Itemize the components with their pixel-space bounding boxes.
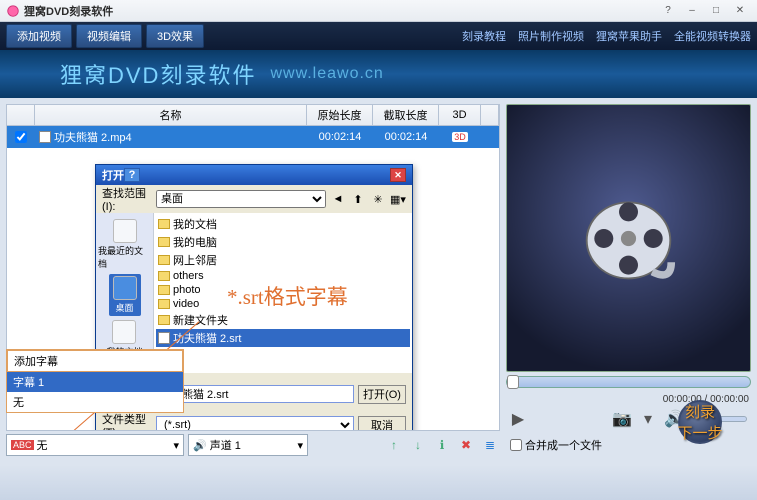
subtitle-menu-none[interactable]: 无 bbox=[7, 392, 183, 412]
network-icon bbox=[158, 255, 170, 265]
folder-icon bbox=[158, 299, 170, 309]
dialog-file-pane[interactable]: 我的文档 我的电脑 网上邻居 others photo video 新建文件夹 … bbox=[154, 213, 412, 373]
seek-thumb[interactable] bbox=[507, 375, 519, 389]
folder-icon bbox=[158, 285, 170, 295]
move-up-button[interactable]: ↑ bbox=[384, 435, 404, 455]
file-item[interactable]: others bbox=[156, 269, 410, 283]
filetype-select[interactable]: (*.srt) bbox=[156, 416, 354, 431]
file-item[interactable]: 我的文档 bbox=[156, 215, 410, 233]
list-button[interactable]: ≣ bbox=[480, 435, 500, 455]
col-trim[interactable]: 截取长度 bbox=[373, 105, 439, 125]
sidebar-desktop[interactable]: 桌面 bbox=[109, 274, 141, 316]
folder-icon bbox=[158, 315, 170, 325]
file-item[interactable]: 我的电脑 bbox=[156, 233, 410, 251]
col-name[interactable]: 名称 bbox=[35, 105, 307, 125]
merge-checkbox[interactable] bbox=[510, 439, 522, 451]
file-item[interactable]: 网上邻居 bbox=[156, 251, 410, 269]
titlebar: 狸窝DVD刻录软件 ? – □ ✕ bbox=[0, 0, 757, 22]
video-file-icon bbox=[39, 131, 51, 143]
up-icon[interactable]: ⬆ bbox=[350, 191, 366, 207]
dialog-help-button[interactable]: ? bbox=[124, 168, 140, 182]
toolbar: 添加视频 视频编辑 3D效果 刻录教程 照片制作视频 狸窝苹果助手 全能视频转换… bbox=[0, 22, 757, 50]
file-item[interactable]: video bbox=[156, 297, 410, 311]
left-bottom-bar: ABC 无 ▾ 🔊 声道 1 ▾ ↑ ↓ ℹ ✖ ≣ bbox=[6, 431, 500, 459]
subtitle-menu: 添加字幕 字幕 1 无 bbox=[6, 349, 184, 413]
col-orig[interactable]: 原始长度 bbox=[307, 105, 373, 125]
preview-pane[interactable] bbox=[506, 104, 751, 372]
sidebar-recent[interactable]: 我最近的文档 bbox=[96, 217, 153, 272]
minimize-button[interactable]: – bbox=[681, 3, 703, 19]
speaker-icon: 🔊 bbox=[193, 439, 207, 452]
file-item[interactable]: photo bbox=[156, 283, 410, 297]
app-icon bbox=[6, 4, 20, 18]
filetype-label: 文件类型(T): bbox=[102, 411, 152, 431]
3d-effect-button[interactable]: 3D效果 bbox=[146, 24, 204, 48]
folder-icon bbox=[158, 271, 170, 281]
link-converter[interactable]: 全能视频转换器 bbox=[674, 28, 751, 44]
col-3d[interactable]: 3D bbox=[439, 105, 481, 125]
info-button[interactable]: ℹ bbox=[432, 435, 452, 455]
film-reel-icon bbox=[581, 191, 676, 286]
lookin-select[interactable]: 桌面 bbox=[156, 190, 326, 208]
subtitle-selector[interactable]: ABC 无 ▾ bbox=[6, 434, 184, 456]
delete-button[interactable]: ✖ bbox=[456, 435, 476, 455]
file-row[interactable]: 功夫熊猫 2.mp4 00:02:14 00:02:14 3D bbox=[7, 126, 499, 148]
chevron-down-icon: ▾ bbox=[173, 439, 179, 452]
seek-bar[interactable] bbox=[506, 376, 751, 388]
app-bottom-strip bbox=[0, 465, 757, 500]
lookin-label: 查找范围(I): bbox=[102, 185, 152, 213]
video-edit-button[interactable]: 视频编辑 bbox=[76, 24, 142, 48]
srt-file-icon bbox=[158, 332, 170, 344]
snapshot-button[interactable]: 📷 bbox=[614, 411, 630, 427]
file-item-selected[interactable]: 功夫熊猫 2.srt bbox=[156, 329, 410, 347]
maximize-button[interactable]: □ bbox=[705, 3, 727, 19]
add-video-button[interactable]: 添加视频 bbox=[6, 24, 72, 48]
subtitle-abc-icon: ABC bbox=[11, 440, 34, 450]
subtitle-menu-item-1[interactable]: 字幕 1 bbox=[7, 372, 183, 392]
play-button[interactable]: ▶ bbox=[510, 411, 526, 427]
product-name: 狸窝DVD刻录软件 bbox=[60, 58, 256, 90]
snapshot-menu-button[interactable]: ▾ bbox=[640, 411, 656, 427]
close-button[interactable]: ✕ bbox=[729, 3, 751, 19]
open-button[interactable]: 打开(O) bbox=[358, 385, 406, 404]
help-button[interactable]: ? bbox=[657, 3, 679, 19]
new-folder-icon[interactable]: ✳ bbox=[370, 191, 386, 207]
audio-selector[interactable]: 🔊 声道 1 ▾ bbox=[188, 434, 308, 456]
window-title: 狸窝DVD刻录软件 bbox=[24, 3, 657, 19]
merge-checkbox-label[interactable]: 合并成一个文件 bbox=[510, 437, 602, 453]
banner: 狸窝DVD刻录软件 www.leawo.cn bbox=[0, 50, 757, 98]
folder-icon bbox=[158, 219, 170, 229]
file-row-checkbox[interactable] bbox=[15, 131, 27, 143]
product-url: www.leawo.cn bbox=[270, 65, 383, 83]
link-tutorial[interactable]: 刻录教程 bbox=[462, 28, 506, 44]
filelist-header: 名称 原始长度 截取长度 3D bbox=[6, 104, 500, 126]
link-photo-video[interactable]: 照片制作视频 bbox=[518, 28, 584, 44]
back-icon[interactable]: ◄ bbox=[330, 191, 346, 207]
cancel-button[interactable]: 取消 bbox=[358, 416, 406, 432]
3d-badge[interactable]: 3D bbox=[452, 132, 468, 142]
filename-input[interactable] bbox=[156, 385, 354, 403]
file-item[interactable]: 新建文件夹 bbox=[156, 311, 410, 329]
view-menu-icon[interactable]: ▦▾ bbox=[390, 191, 406, 207]
dialog-titlebar[interactable]: 打开 ? ✕ bbox=[96, 165, 412, 185]
computer-icon bbox=[158, 237, 170, 247]
move-down-button[interactable]: ↓ bbox=[408, 435, 428, 455]
dialog-close-button[interactable]: ✕ bbox=[390, 168, 406, 182]
burn-button[interactable]: 刻录 下一步 bbox=[661, 393, 739, 451]
subtitle-menu-add[interactable]: 添加字幕 bbox=[7, 350, 183, 372]
link-apple-helper[interactable]: 狸窝苹果助手 bbox=[596, 28, 662, 44]
chevron-down-icon: ▾ bbox=[297, 439, 303, 452]
